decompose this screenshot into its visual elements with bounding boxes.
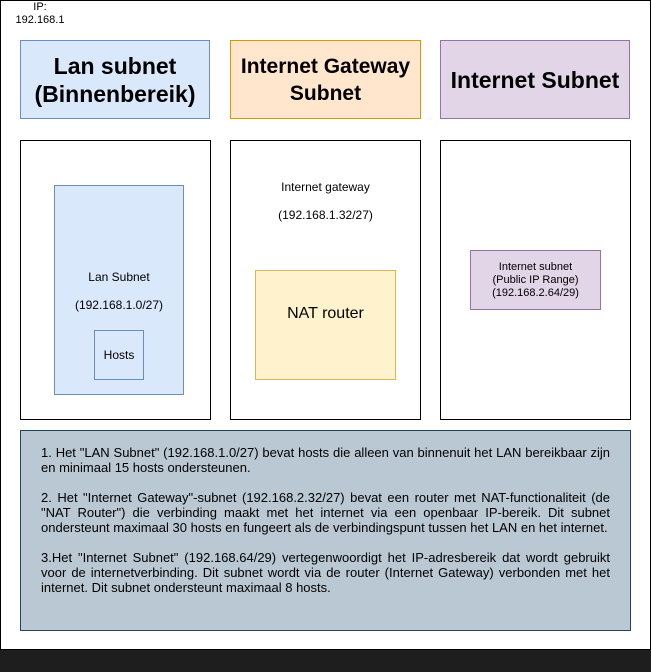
lan-subnet-range: (192.168.1.0/27) <box>74 298 164 312</box>
ip-label: IP: 192.168.1 <box>10 1 70 27</box>
lan-subnet-title: Lan Subnet <box>88 270 150 284</box>
nat-router-box: NAT router <box>255 270 396 380</box>
lan-subnet-header: Lan subnet (Binnenbereik) <box>20 40 210 119</box>
note-2: 2. Het "Internet Gateway"-subnet (192.16… <box>41 490 610 535</box>
gateway-title: Internet gateway <box>281 180 370 194</box>
gateway-subnet-header: Internet Gateway Subnet <box>230 40 421 119</box>
internet-subnet-line2: (Public IP Range) <box>492 273 579 286</box>
ip-label-text: IP: 192.168.1 <box>15 1 65 26</box>
internet-subnet-line3: (192.168.2.64/29) <box>492 286 579 299</box>
internet-subnet-header-text: Internet Subnet <box>450 66 620 93</box>
internet-subnet-line1: Internet subnet <box>498 260 573 273</box>
notes-box: 1. Het "LAN Subnet" (192.168.1.0/27) bev… <box>20 430 631 631</box>
internet-subnet-header: Internet Subnet <box>440 40 630 119</box>
lan-subnet-header-text: Lan subnet (Binnenbereik) <box>34 52 196 107</box>
hosts-box: Hosts <box>94 330 144 380</box>
bottom-bar <box>0 650 651 672</box>
note-3: 3.Het "Internet Subnet" (192.168.64/29) … <box>41 550 610 595</box>
note-1: 1. Het "LAN Subnet" (192.168.1.0/27) bev… <box>41 445 610 475</box>
internet-subnet-box: Internet subnet (Public IP Range) (192.1… <box>470 250 601 310</box>
gateway-subnet-header-text: Internet Gateway Subnet <box>240 54 411 105</box>
gateway-range: (192.168.1.32/27) <box>278 208 373 222</box>
nat-router-label: NAT router <box>287 304 364 322</box>
hosts-label: Hosts <box>103 348 135 362</box>
